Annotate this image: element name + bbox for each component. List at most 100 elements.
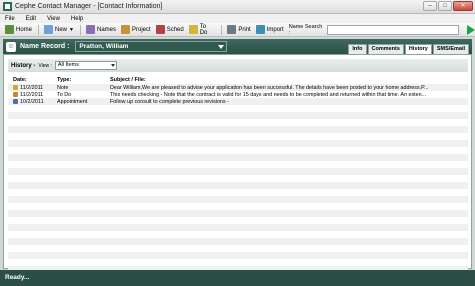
menu-file[interactable]: File <box>3 16 17 22</box>
tab-sms-email[interactable]: SMS/Email <box>432 44 469 54</box>
view-label: View : <box>38 62 52 69</box>
row-type: Note <box>57 84 69 91</box>
history-table: Date: Type: Subject / File: 11/2/2011 No… <box>8 76 468 273</box>
column-header-type[interactable]: Type: <box>57 77 110 83</box>
go-arrow-icon[interactable] <box>467 24 475 35</box>
import-button[interactable]: Import <box>254 24 286 36</box>
row-subject: Follow up consult to complete previous r… <box>110 98 229 105</box>
contact-card-icon: ☺ <box>6 41 16 52</box>
chevron-down-icon <box>218 45 225 49</box>
empty-table-row <box>8 168 468 175</box>
table-row[interactable]: 11/2/2011 To Do This needs checking - No… <box>8 91 468 98</box>
view-select[interactable]: All Items <box>54 61 117 70</box>
empty-table-row <box>8 126 468 133</box>
empty-table-row <box>8 245 468 252</box>
row-subject: This needs checking - Note that the cont… <box>110 91 427 98</box>
print-label: Print <box>238 26 251 33</box>
chevron-down-icon <box>110 64 115 67</box>
new-label: New <box>55 26 68 33</box>
tab-info[interactable]: Info <box>348 44 367 54</box>
history-panel: History - View : All Items Date: Type: S… <box>3 54 472 273</box>
empty-table-row <box>8 203 468 210</box>
name-record-label: Name Record : <box>20 43 70 50</box>
print-button[interactable]: Print <box>225 24 252 36</box>
toolbar-separator <box>38 24 40 35</box>
names-icon <box>85 25 95 34</box>
row-date-cell: 10/2/2011 <box>8 99 57 105</box>
menu-help[interactable]: Help <box>69 16 85 22</box>
todo-label: To Do <box>199 23 208 36</box>
home-icon <box>5 25 14 34</box>
record-tabs: Info Comments History SMS/Email <box>347 44 469 54</box>
status-bar: Ready... <box>0 270 475 286</box>
todo-icon <box>13 92 18 97</box>
row-type: To Do <box>57 91 72 98</box>
name-record-select[interactable]: Pratton, William <box>75 41 228 52</box>
printer-icon <box>227 25 237 34</box>
tab-comments[interactable]: Comments <box>367 44 404 54</box>
import-label: Import <box>266 26 284 33</box>
toolbar: Home New ▼ Names Project Sched To Do Pri… <box>0 23 475 37</box>
empty-table-row <box>8 252 468 259</box>
empty-table-row <box>8 217 468 224</box>
project-icon <box>121 25 130 34</box>
name-search-label: Name Search : <box>288 23 323 36</box>
column-header-date[interactable]: Date: <box>8 77 57 83</box>
name-record-bar: ☺ Name Record : Pratton, William Info Co… <box>3 39 472 54</box>
empty-table-row <box>8 147 468 154</box>
app-icon <box>3 2 12 11</box>
row-date-cell: 11/2/2011 <box>8 85 57 91</box>
row-type: Appointment <box>57 98 88 105</box>
names-label: Names <box>96 26 116 33</box>
title-bar: Cephe Contact Manager - [Contact Informa… <box>0 0 475 14</box>
home-label: Home <box>16 26 33 33</box>
table-row[interactable]: 11/2/2011 Note Dear William,We are pleas… <box>8 84 468 91</box>
menu-bar: File Edit View Help <box>0 14 475 23</box>
empty-table-row <box>8 140 468 147</box>
new-button[interactable]: New ▼ <box>42 24 76 36</box>
names-button[interactable]: Names <box>84 24 118 36</box>
table-body: 11/2/2011 Note Dear William,We are pleas… <box>8 84 468 105</box>
project-button[interactable]: Project <box>119 24 153 36</box>
appointment-icon <box>13 99 18 104</box>
status-text: Ready... <box>5 274 30 281</box>
maximize-button[interactable]: □ <box>438 1 452 11</box>
history-title: History - <box>11 62 36 69</box>
column-header-subject[interactable]: Subject / File: <box>110 77 468 83</box>
row-date: 10/2/2011 <box>20 98 44 105</box>
calendar-icon <box>155 25 165 34</box>
empty-table-row <box>8 161 468 168</box>
table-header: Date: Type: Subject / File: <box>8 76 468 84</box>
empty-table-row <box>8 133 468 140</box>
empty-table-row <box>8 189 468 196</box>
empty-table-row <box>8 231 468 238</box>
close-button[interactable]: ✕ <box>453 1 473 11</box>
table-row[interactable]: 10/2/2011 Appointment Follow up consult … <box>8 98 468 105</box>
name-record-value: Pratton, William <box>79 43 129 50</box>
tab-history[interactable]: History <box>404 44 432 54</box>
todo-button[interactable]: To Do <box>187 24 218 36</box>
note-icon <box>13 85 18 90</box>
minimize-button[interactable]: – <box>423 1 437 11</box>
empty-table-row <box>8 224 468 231</box>
window-title: Cephe Contact Manager - [Contact Informa… <box>15 3 163 10</box>
empty-table-row <box>8 238 468 245</box>
menu-edit[interactable]: Edit <box>24 16 38 22</box>
empty-table-row <box>8 259 468 266</box>
new-document-icon <box>44 25 54 34</box>
sched-button[interactable]: Sched <box>154 24 186 36</box>
toolbar-separator <box>221 24 223 35</box>
menu-view[interactable]: View <box>45 16 62 22</box>
row-date: 11/2/2011 <box>20 91 44 98</box>
empty-table-row <box>8 175 468 182</box>
empty-table-row <box>8 182 468 189</box>
row-date: 11/2/2011 <box>20 84 44 91</box>
empty-table-row <box>8 210 468 217</box>
toolbar-separator <box>79 24 81 35</box>
chevron-down-icon: ▼ <box>69 26 74 33</box>
history-header: History - View : All Items <box>8 59 468 72</box>
name-search-input[interactable] <box>327 24 460 35</box>
home-button[interactable]: Home <box>3 24 34 36</box>
empty-table-row <box>8 196 468 203</box>
row-date-cell: 11/2/2011 <box>8 92 57 98</box>
